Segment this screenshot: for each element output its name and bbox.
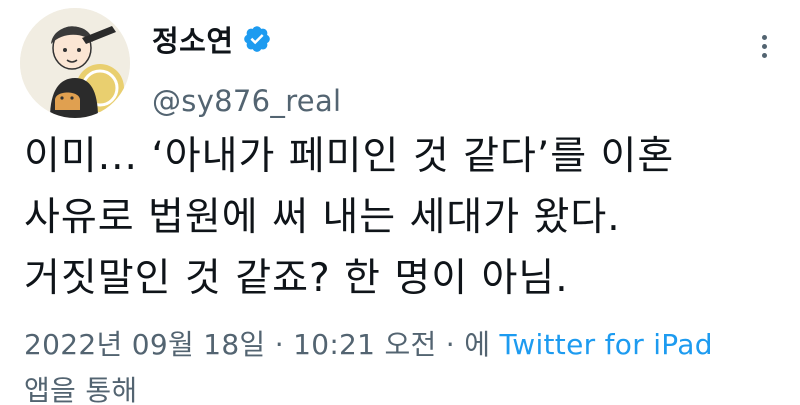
name-row: 정소연 (152, 20, 341, 58)
timestamp[interactable]: 2022년 09월 18일 · 10:21 오전 · 에 (24, 328, 490, 361)
source-link[interactable]: Twitter for iPad (499, 328, 712, 361)
more-options-icon[interactable] (752, 32, 776, 62)
meta-suffix: 앱을 통해 (24, 374, 138, 405)
user-handle[interactable]: @sy876_real (152, 84, 341, 118)
tweet-meta: 2022년 09월 18일 · 10:21 오전 · 에 Twitter for… (24, 322, 784, 405)
more-dot (761, 35, 767, 40)
tweet-header: 정소연 @sy876_real (152, 20, 341, 118)
tweet-text: 이미... ‘아내가 페미인 것 같다’를 이혼 사유로 법원에 써 내는 세대… (24, 126, 784, 309)
verified-badge-icon (243, 26, 270, 52)
more-dot (761, 53, 767, 58)
tweet-line: 이미... ‘아내가 페미인 것 같다’를 이혼 (24, 134, 675, 179)
more-dot (761, 44, 767, 49)
avatar[interactable] (20, 8, 130, 118)
display-name[interactable]: 정소연 (152, 18, 234, 60)
meta-line-1: 2022년 09월 18일 · 10:21 오전 · 에 Twitter for… (24, 322, 784, 368)
tweet-line: 거짓말인 것 같죠? 한 명이 아님. (24, 256, 569, 301)
tweet-line: 사유로 법원에 써 내는 세대가 왔다. (24, 195, 621, 240)
avatar-illustration (20, 8, 130, 118)
